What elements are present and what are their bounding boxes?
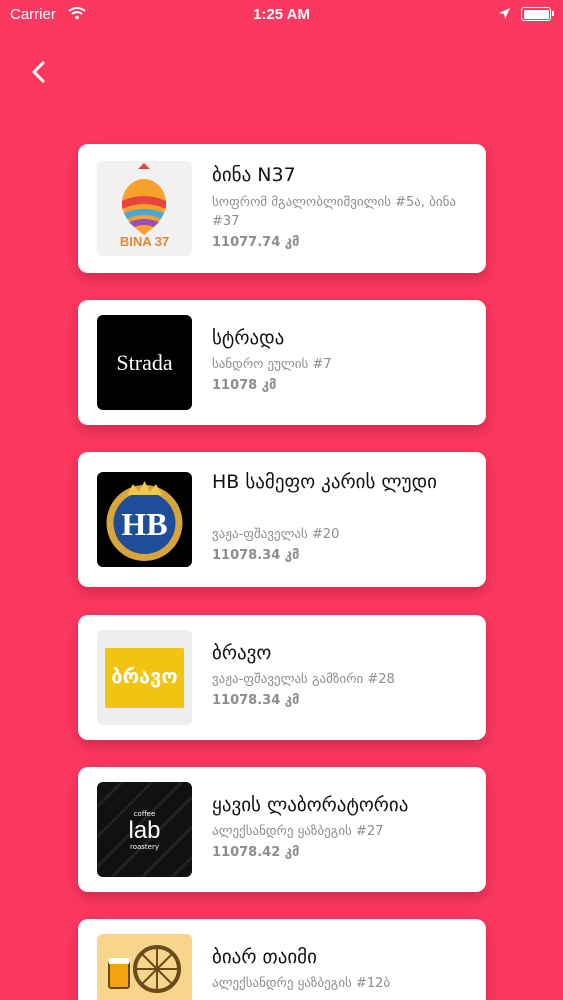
place-distance: 11078.42 კმ [212, 845, 300, 860]
place-name: ბიარ თაიმი [212, 946, 317, 968]
place-logo-text: HB [121, 506, 168, 542]
place-name: HB სამეფო კარის ლუდი [212, 471, 437, 493]
place-logo: coffee lab roastery [97, 782, 192, 877]
place-card-hb[interactable]: HB HB სამეფო კარის ლუდი ვაჟა-ფშაველას #2… [78, 452, 486, 587]
place-logo: Strada [97, 315, 192, 410]
battery-icon [521, 7, 554, 21]
place-name: სტრადა [212, 327, 285, 349]
place-logo: ბრავო [97, 630, 192, 725]
place-card-strada[interactable]: Strada სტრადა სანდრო ეულის #7 11078 კმ [78, 300, 486, 425]
place-address: სოფრომ მგალობლიშვილის #5ა, ბინა #37 [212, 195, 457, 229]
place-address: ალექსანდრე ყაზბეგის #27 [212, 824, 384, 839]
place-logo-text: lab [128, 817, 161, 844]
place-name: ბრავო [212, 642, 272, 664]
status-time: 1:25 AM [253, 6, 310, 23]
status-bar: Carrier 1:25 AM [0, 0, 563, 30]
place-distance: 11078 კმ [212, 378, 277, 393]
place-distance: 11078.34 კმ [212, 693, 300, 708]
place-address: ვაჟა-ფშაველას #20 [212, 527, 340, 542]
place-logo-text: ბრავო [111, 664, 178, 688]
location-arrow-icon [498, 7, 511, 24]
place-distance: 11078.34 კმ [212, 548, 300, 563]
place-name: ბინა N37 [212, 164, 296, 186]
place-address: ალექსანდრე ყაზბეგის #12ბ [212, 976, 391, 991]
place-card-beer-time[interactable]: ბიარ თაიმი ალექსანდრე ყაზბეგის #12ბ [78, 919, 486, 1000]
place-logo-text: Strada [116, 350, 173, 375]
place-card-coffee-lab[interactable]: coffee lab roastery ყავის ლაბორატორია ალ… [78, 767, 486, 892]
place-name: ყავის ლაბორატორია [212, 794, 409, 816]
place-logo [97, 934, 192, 1000]
back-button[interactable] [24, 57, 54, 87]
chevron-left-icon [32, 61, 45, 83]
place-logo: BINA 37 [97, 161, 192, 256]
place-card-bina-n37[interactable]: BINA 37 ბინა N37 სოფრომ მგალობლიშვილის #… [78, 144, 486, 273]
place-logo: HB [97, 472, 192, 567]
place-address: სანდრო ეულის #7 [212, 357, 332, 372]
place-card-bravo[interactable]: ბრავო ბრავო ვაჟა-ფშაველას გამზირი #28 11… [78, 615, 486, 740]
place-logo-text: BINA 37 [119, 234, 170, 249]
place-address: ვაჟა-ფშაველას გამზირი #28 [212, 672, 395, 687]
place-logo-subtext-bottom: roastery [129, 843, 159, 851]
place-distance: 11077.74 კმ [212, 235, 300, 250]
